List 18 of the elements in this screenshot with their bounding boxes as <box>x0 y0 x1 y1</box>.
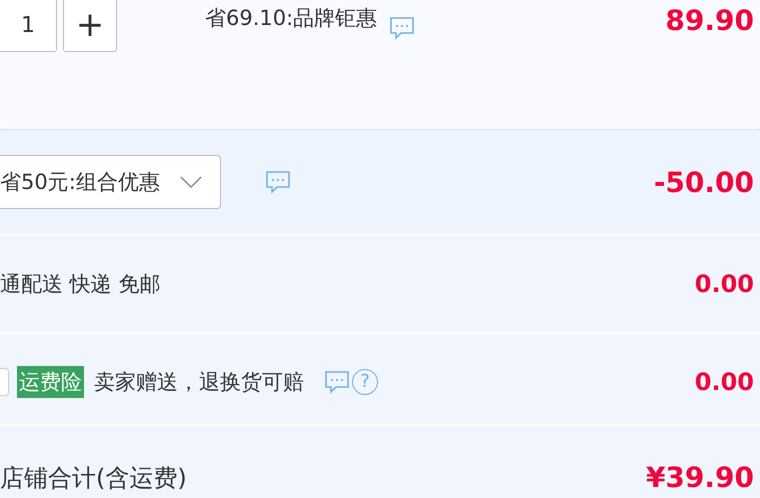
message-icon[interactable] <box>389 16 416 40</box>
discount-amount: -50.00 <box>654 166 754 198</box>
total-label: 店铺合计(含运费) <box>0 463 187 494</box>
discount-dropdown[interactable]: 省50元:组合优惠 <box>0 155 221 209</box>
insurance-text: 卖家赠送，退换货可赔 <box>94 369 304 396</box>
item-price: 89.90 <box>665 4 754 37</box>
total-amount: ¥39.90 <box>646 461 754 494</box>
increase-button[interactable]: + <box>63 0 117 52</box>
insurance-fee: 0.00 <box>694 368 754 396</box>
message-icon[interactable] <box>324 370 350 394</box>
discount-text: 省69.10:品牌钜惠 <box>205 5 378 32</box>
insurance-tag: 运费险 <box>17 366 84 398</box>
caret-icon <box>180 176 202 188</box>
quantity-field[interactable]: 1 <box>0 0 57 52</box>
shipping-method: 通配送 快递 免邮 <box>0 271 160 298</box>
checkbox[interactable] <box>0 368 9 396</box>
shipping-fee: 0.00 <box>694 270 754 298</box>
message-icon[interactable] <box>264 170 291 194</box>
